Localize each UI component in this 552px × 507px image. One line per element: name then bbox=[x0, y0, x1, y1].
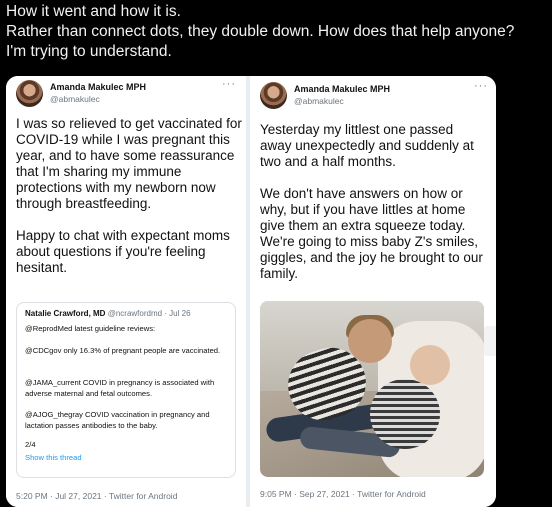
more-options-icon[interactable]: ··· bbox=[474, 80, 488, 92]
quoted-tweet-header: Natalie Crawford, MD @ncrawfordmd · Jul … bbox=[25, 309, 191, 318]
avatar[interactable] bbox=[260, 82, 287, 109]
author-handle[interactable]: @abmakulec bbox=[294, 96, 344, 106]
tweets-screenshot: Amanda Makulec MPH @abmakulec ··· I was … bbox=[6, 76, 496, 507]
show-thread-link[interactable]: Show this thread bbox=[25, 452, 227, 463]
quoted-line: @AJOG_thegray COVID vaccination in pregn… bbox=[25, 410, 210, 430]
author-handle[interactable]: @abmakulec bbox=[50, 94, 100, 104]
author-name[interactable]: Amanda Makulec MPH bbox=[50, 82, 146, 92]
tweet-paragraph-2: Happy to chat with expectant moms about … bbox=[16, 228, 230, 275]
quoted-author-name: Natalie Crawford, MD bbox=[25, 309, 106, 318]
caption-line-1: How it went and how it is. bbox=[6, 3, 181, 20]
tweet-paragraph-2: We don't have answers on how or why, but… bbox=[260, 186, 483, 281]
tweet-body: I was so relieved to get vaccinated for … bbox=[16, 116, 242, 276]
tweet-paragraph-1: I was so relieved to get vaccinated for … bbox=[16, 116, 242, 211]
quoted-tweet[interactable]: Natalie Crawford, MD @ncrawfordmd · Jul … bbox=[16, 302, 236, 478]
quoted-line: @CDCgov only 16.3% of pregnant people ar… bbox=[25, 346, 221, 355]
quoted-handle-date: @ncrawfordmd · Jul 26 bbox=[107, 309, 191, 318]
quoted-line: @JAMA_current COVID in pregnancy is asso… bbox=[25, 378, 215, 398]
tweet-photo[interactable] bbox=[260, 301, 484, 477]
tweet-card-right: Amanda Makulec MPH @abmakulec ··· Yester… bbox=[250, 76, 496, 507]
scroll-tab[interactable] bbox=[484, 326, 496, 356]
caption-line-3: I'm trying to understand. bbox=[6, 43, 172, 60]
post-caption: How it went and how it is. Rather than c… bbox=[6, 2, 550, 62]
caption-line-2: Rather than connect dots, they double do… bbox=[6, 23, 515, 40]
tweet-card-left: Amanda Makulec MPH @abmakulec ··· I was … bbox=[6, 76, 246, 507]
tweet-paragraph-1: Yesterday my littlest one passed away un… bbox=[260, 122, 474, 169]
tweet-body: Yesterday my littlest one passed away un… bbox=[260, 122, 488, 282]
quoted-line: @ReprodMed latest guideline reviews: bbox=[25, 324, 156, 333]
quoted-line: 2/4 bbox=[25, 440, 36, 449]
more-options-icon[interactable]: ··· bbox=[222, 78, 236, 90]
tweet-timestamp[interactable]: 9:05 PM · Sep 27, 2021 · Twitter for And… bbox=[260, 489, 426, 499]
avatar[interactable] bbox=[16, 80, 43, 107]
author-name[interactable]: Amanda Makulec MPH bbox=[294, 84, 390, 94]
tweet-timestamp[interactable]: 5:20 PM · Jul 27, 2021 · Twitter for And… bbox=[16, 491, 177, 501]
